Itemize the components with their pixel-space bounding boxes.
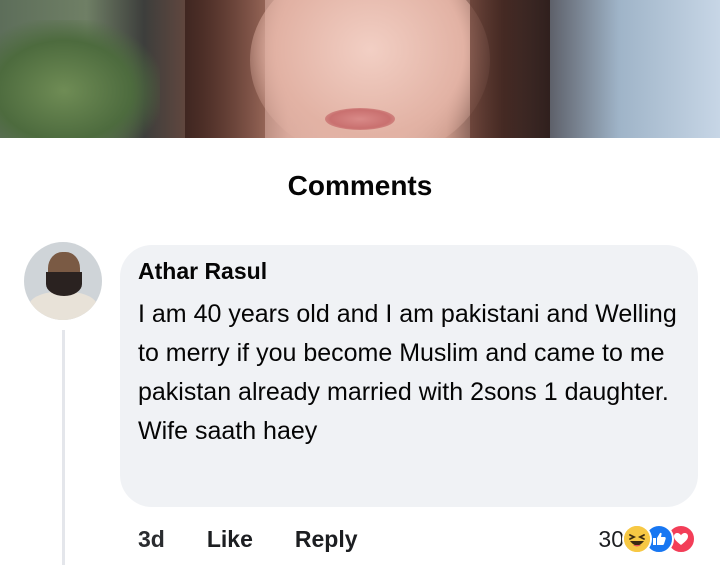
avatar-shirt [28,292,98,320]
comment-author[interactable]: Athar Rasul [138,258,267,285]
reply-button[interactable]: Reply [295,526,358,553]
thread-line [62,330,65,565]
photo-hair-right [470,0,550,138]
avatar[interactable] [24,242,102,320]
post-photo[interactable] [0,0,720,138]
comment-actions: 3d Like Reply [138,524,358,554]
reactions-summary[interactable]: 30 [598,522,696,556]
comment-timestamp[interactable]: 3d [138,526,165,553]
comment-text: I am 40 years old and I am pakistani and… [138,300,677,445]
comments-heading: Comments [287,170,433,201]
avatar-beard [46,272,82,296]
background-foliage [0,20,160,138]
reaction-count: 30 [598,525,624,552]
photo-lips [325,108,395,130]
haha-icon [622,524,652,554]
like-button[interactable]: Like [207,526,253,553]
